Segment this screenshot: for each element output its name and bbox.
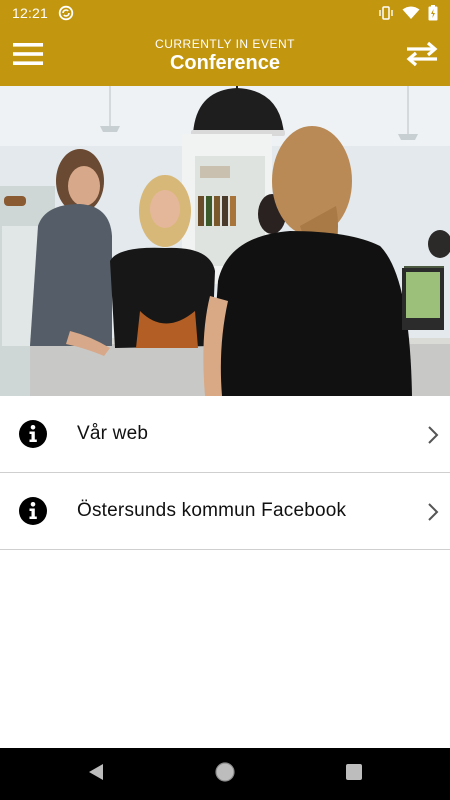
nav-home-button[interactable] <box>213 761 237 788</box>
list-item-label: Östersunds kommun Facebook <box>77 500 347 521</box>
swap-arrows-icon <box>405 41 439 72</box>
wifi-icon <box>402 6 420 20</box>
status-icons <box>378 5 438 21</box>
list-item-var-web[interactable]: Vår web <box>0 396 450 473</box>
battery-icon <box>428 5 438 21</box>
info-circle-icon <box>19 420 47 448</box>
recents-icon <box>345 763 363 786</box>
list-item-facebook[interactable]: Östersunds kommun Facebook <box>0 473 450 550</box>
info-circle-icon <box>19 497 47 525</box>
app-screen: 12:21 CURRENTLY IN EVENT Conference Vår … <box>0 0 450 800</box>
event-title: Conference <box>169 52 281 74</box>
nav-recents-button[interactable] <box>342 762 366 786</box>
system-nav-bar <box>0 748 450 800</box>
back-icon <box>87 763 105 786</box>
list-item-label: Vår web <box>77 423 149 444</box>
event-status-label: CURRENTLY IN EVENT <box>155 37 295 51</box>
event-hero-image <box>0 86 450 396</box>
sync-circle-icon <box>58 5 74 21</box>
chevron-right-icon <box>426 501 440 523</box>
status-time: 12:21 <box>12 5 49 21</box>
home-icon <box>214 761 236 788</box>
switch-event-button[interactable] <box>404 38 440 74</box>
status-bar: 12:21 <box>0 0 450 26</box>
vibrate-icon <box>378 6 394 20</box>
nav-back-button[interactable] <box>84 762 108 786</box>
link-list: Vår web Östersunds kommun Facebook <box>0 396 450 550</box>
chevron-right-icon <box>426 424 440 446</box>
app-bar: CURRENTLY IN EVENT Conference <box>0 26 450 86</box>
